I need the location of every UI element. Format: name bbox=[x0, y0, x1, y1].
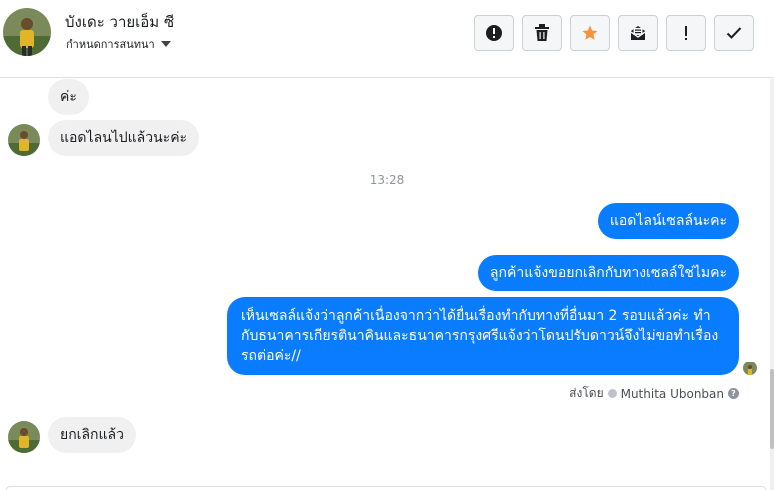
scrollbar[interactable] bbox=[770, 79, 774, 490]
assign-conversation-dropdown[interactable]: กำหนดการสนทนา bbox=[66, 35, 171, 53]
follow-up-button[interactable] bbox=[666, 15, 706, 51]
message-timestamp: 13:28 bbox=[369, 173, 405, 187]
trash-icon bbox=[535, 24, 549, 41]
mark-done-button[interactable] bbox=[714, 15, 754, 51]
sent-by-info: ส่งโดย Muthita Ubonban ? bbox=[569, 384, 739, 403]
help-icon[interactable]: ? bbox=[728, 388, 739, 399]
conversation-toolbar bbox=[474, 15, 754, 51]
scrollbar-thumb[interactable] bbox=[770, 369, 774, 449]
checkmark-icon bbox=[726, 27, 742, 39]
outgoing-message: เห็นเซลล์แจ้งว่าลูกค้าเนื่องจากว่าได้ยื่… bbox=[227, 297, 739, 375]
message-thread: ค่ะ แอดไลนไปแล้วนะค่ะ 13:28 แอดไลน์เซลล์… bbox=[0, 79, 774, 490]
incoming-message: ค่ะ bbox=[48, 79, 89, 115]
contact-avatar-small[interactable] bbox=[8, 124, 40, 156]
contact-name[interactable]: บังเดะ วายเอ็ม ซี bbox=[65, 10, 174, 34]
contact-avatar-small[interactable] bbox=[8, 421, 40, 453]
caret-down-icon bbox=[160, 41, 171, 47]
delete-button[interactable] bbox=[522, 15, 562, 51]
star-button[interactable] bbox=[570, 15, 610, 51]
outgoing-message: ลูกค้าแจ้งขอยกเลิกกับทางเซลล์ใช่ไมคะ bbox=[477, 255, 739, 291]
conversation-header: บังเดะ วายเอ็ม ซี กำหนดการสนทนา bbox=[0, 0, 774, 78]
mark-spam-button[interactable] bbox=[474, 15, 514, 51]
contact-avatar[interactable] bbox=[3, 8, 51, 56]
incoming-message: แอดไลนไปแล้วนะค่ะ bbox=[48, 120, 200, 156]
outgoing-message: แอดไลน์เซลล์นะคะ bbox=[597, 203, 739, 239]
sent-by-prefix: ส่งโดย bbox=[569, 386, 604, 400]
assign-label: กำหนดการสนทนา bbox=[66, 38, 155, 51]
alert-circle-icon bbox=[486, 25, 502, 41]
message-composer[interactable] bbox=[6, 486, 766, 490]
mark-unread-button[interactable] bbox=[618, 15, 658, 51]
seen-avatar bbox=[743, 361, 757, 375]
sent-check-icon bbox=[607, 389, 617, 398]
incoming-message: ยกเลิกแล้ว bbox=[48, 417, 136, 453]
exclamation-icon bbox=[685, 26, 687, 40]
star-icon bbox=[582, 25, 598, 40]
sent-by-name[interactable]: Muthita Ubonban bbox=[621, 387, 724, 401]
envelope-icon bbox=[630, 26, 646, 40]
